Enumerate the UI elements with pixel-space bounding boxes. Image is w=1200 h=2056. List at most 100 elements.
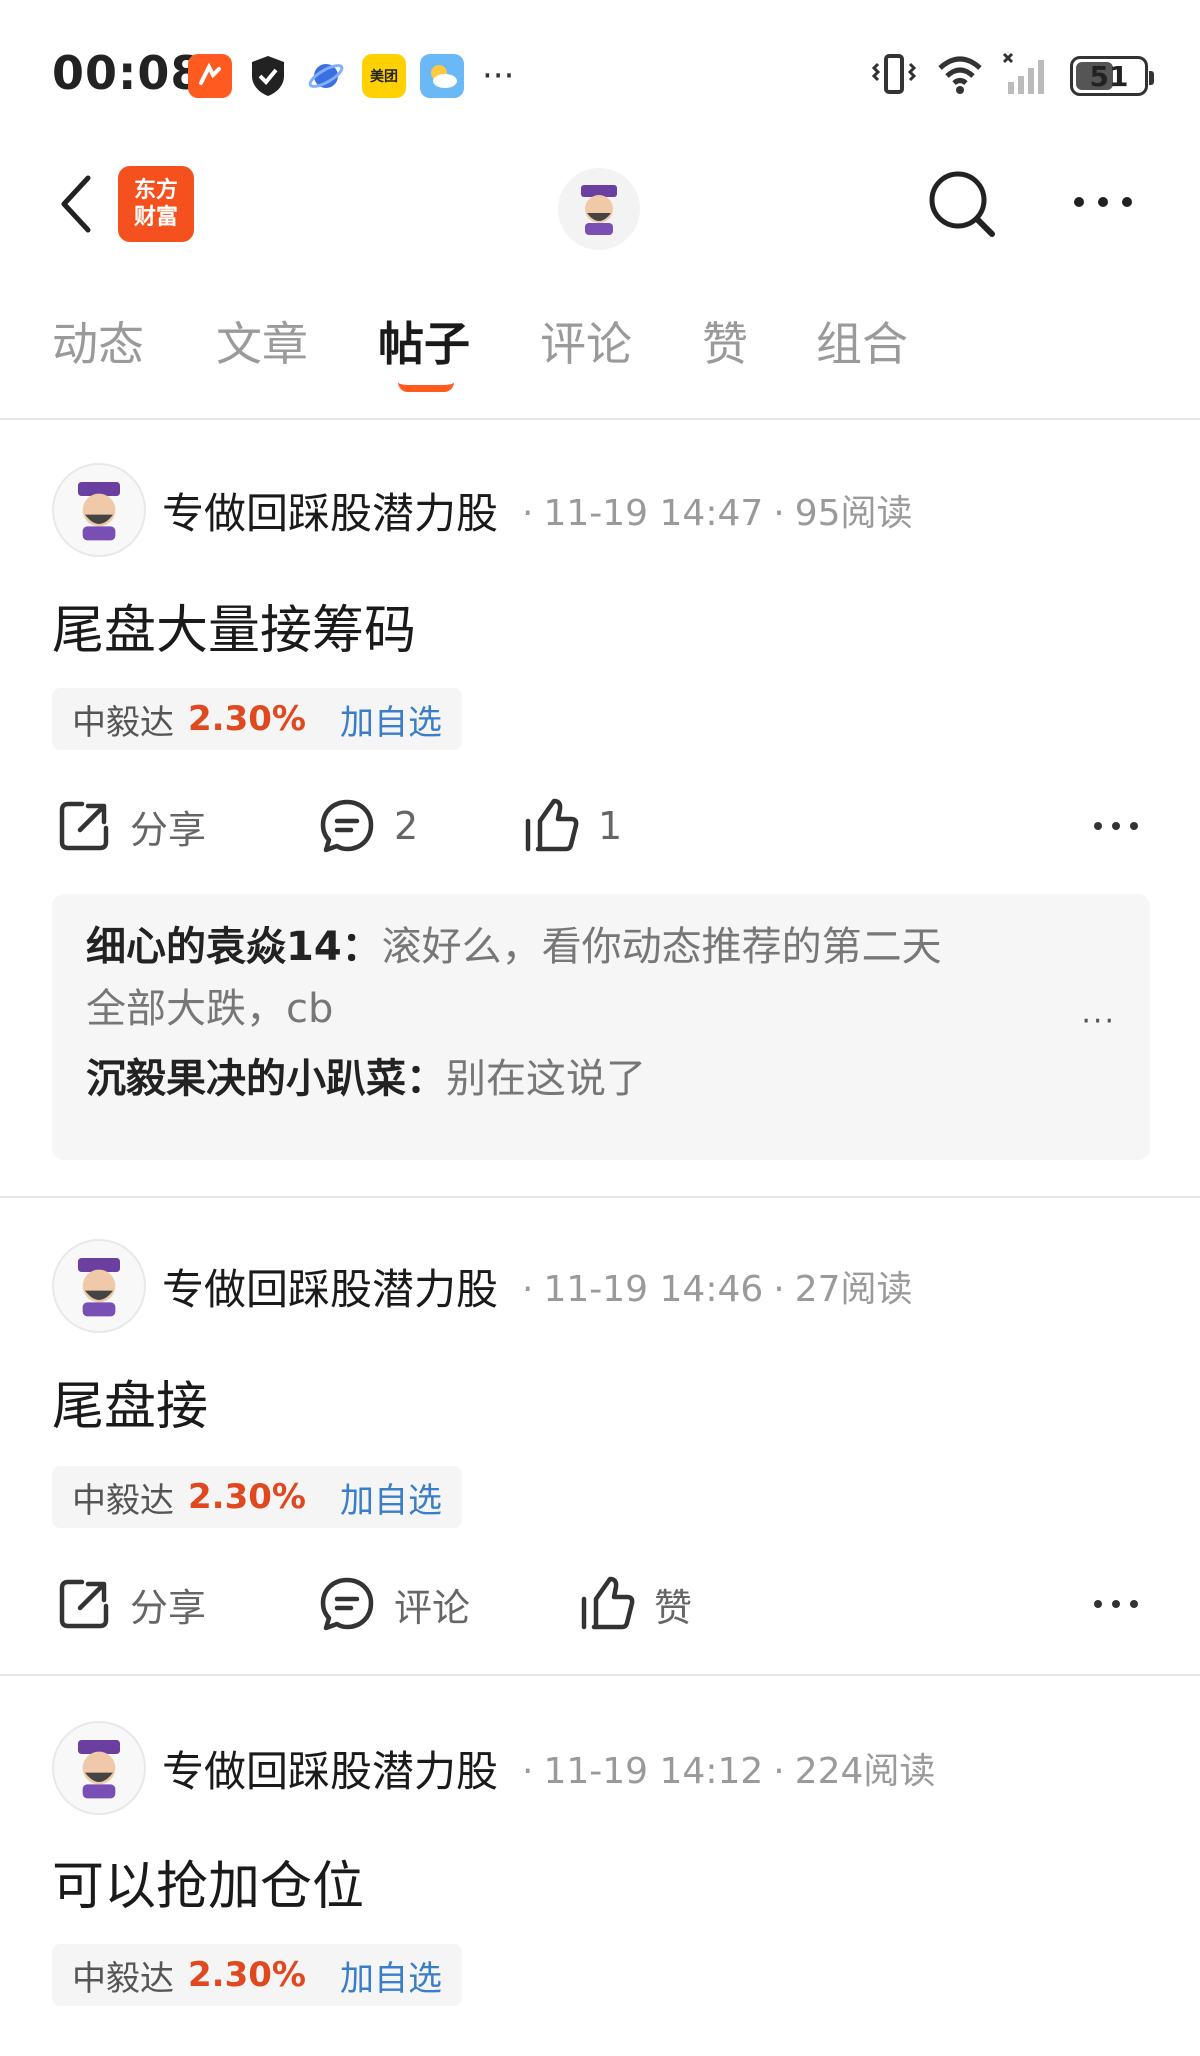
comment-text: 滚好么，看你动态推荐的第二天 [381,924,942,970]
battery-icon: 51 [1070,56,1154,96]
back-button[interactable] [46,164,106,244]
brand-line-2: 财富 [133,205,178,230]
post-actions: 分享 2 1 [52,786,1148,866]
more-horizontal-icon [1094,1600,1138,1608]
share-label: 分享 [130,1585,207,1630]
author-avatar[interactable] [52,463,146,557]
post-meta: · 11-19 14:12 · 224阅读 [522,1751,936,1792]
more-options-button[interactable] [1068,172,1138,232]
weather-icon [420,54,464,98]
author-name[interactable]: 专做回踩股潜力股 [162,1738,498,1799]
post-meta: · 11-19 14:46 · 27阅读 [522,1269,913,1310]
post-card[interactable]: 专做回踩股潜力股 · 11-19 14:46 · 27阅读 尾盘接 中毅达 2.30%… [0,1198,1200,1676]
chevron-left-icon [61,175,91,233]
post-card[interactable]: 专做回踩股潜力股 · 11-19 14:47 · 95阅读 尾盘大量接筹码 中毅达 2… [0,422,1200,1198]
stock-change: 2.30% [188,1477,306,1517]
comment-count: 2 [394,804,419,848]
status-right: 51 [870,52,1154,100]
status-overflow: ··· [482,56,515,96]
signal-icon [1002,52,1052,100]
tab-comments[interactable]: 评论 [540,308,632,374]
avatar-icon [78,482,120,541]
like-label: 赞 [654,1585,693,1630]
comment-button[interactable]: 评论 [318,1564,470,1644]
tab-portfolio[interactable]: 组合 [816,308,908,374]
post-time: 11-19 14:12 [543,1751,764,1792]
post-header: 专做回踩股潜力股 · 11-19 14:47 · 95阅读 [52,462,913,558]
comment-text: 别在这说了 [446,1056,646,1102]
post-time: 11-19 14:47 [543,493,764,534]
stock-tag[interactable]: 中毅达 2.30% 加自选 [52,1944,462,2006]
post-more-button[interactable] [1092,786,1140,866]
add-watchlist-button[interactable]: 加自选 [340,1951,442,2000]
tab-posts[interactable]: 帖子 [378,308,470,374]
comment-label: 评论 [394,1585,471,1630]
share-label: 分享 [130,807,207,852]
brand-line-1: 东方 [133,178,178,203]
tab-articles[interactable]: 文章 [216,308,308,374]
add-watchlist-button[interactable]: 加自选 [340,1473,442,1522]
post-meta: · 11-19 14:47 · 95阅读 [522,493,913,534]
thumbs-up-icon [525,798,579,852]
stock-name: 中毅达 [72,1480,174,1521]
status-time: 00:08 [52,46,204,100]
comment-user[interactable]: 沉毅果决的小趴菜 [86,1056,406,1102]
avatar-icon [581,185,617,235]
tab-likes[interactable]: 赞 [702,308,748,374]
comment-icon [320,1577,374,1631]
comment-preview[interactable]: 细心的袁焱14：滚好么，看你动态推荐的第二天 全部大跌，cb 沉毅果决的小趴菜：… [52,894,1150,1160]
comment-user[interactable]: 细心的袁焱14 [86,924,342,970]
more-horizontal-icon [1094,822,1138,830]
tab-bar: 动态 文章 帖子 评论 赞 组合 [0,290,1200,420]
stock-tag[interactable]: 中毅达 2.30% 加自选 [52,688,462,750]
author-avatar[interactable] [52,1721,146,1815]
post-reads: 27阅读 [794,1269,913,1310]
comment-text: 全部大跌，cb [86,986,334,1032]
add-watchlist-button[interactable]: 加自选 [340,695,442,744]
search-icon [929,171,995,237]
avatar-icon [78,1740,120,1799]
battery-text: 51 [1089,59,1129,93]
like-button[interactable]: 赞 [578,1564,692,1644]
author-avatar[interactable] [52,1239,146,1333]
stock-change: 2.30% [188,699,306,739]
share-button[interactable]: 分享 [56,786,206,866]
share-icon [59,1579,109,1629]
post-card[interactable]: 专做回踩股潜力股 · 11-19 14:12 · 224阅读 可以抢加仓位 中毅达 2… [0,1676,1200,2056]
stock-name: 中毅达 [72,1958,174,1999]
share-button[interactable]: 分享 [56,1564,206,1644]
post-reads: 224阅读 [794,1751,936,1792]
vibrate-icon [870,52,918,100]
comment-icon [320,799,374,853]
tab-dynamics[interactable]: 动态 [52,308,144,374]
status-app-icons: 美团 ··· [188,54,514,98]
comment-item: 细心的袁焱14：滚好么，看你动态推荐的第二天 [86,924,942,970]
post-title[interactable]: 尾盘接 [52,1364,208,1439]
comment-expand-button[interactable]: ··· [1081,1004,1116,1039]
author-name[interactable]: 专做回踩股潜力股 [162,480,498,541]
like-count: 1 [598,804,623,848]
profile-avatar[interactable] [558,168,640,250]
stock-change: 2.30% [188,1955,306,1995]
search-button[interactable] [922,164,1002,244]
shield-icon [246,54,290,98]
post-title[interactable]: 可以抢加仓位 [52,1844,364,1919]
post-more-button[interactable] [1092,1564,1140,1644]
meituan-icon: 美团 [362,54,406,98]
comment-item: 沉毅果决的小趴菜：别在这说了 [86,1056,646,1102]
wifi-icon [936,52,984,100]
comment-button[interactable]: 2 [318,786,418,866]
app-logo[interactable]: 东方 财富 [118,166,194,242]
post-actions: 分享 评论 赞 [52,1564,1148,1644]
stock-name: 中毅达 [72,702,174,743]
post-header: 专做回踩股潜力股 · 11-19 14:46 · 27阅读 [52,1238,913,1334]
post-header: 专做回踩股潜力股 · 11-19 14:12 · 224阅读 [52,1720,935,1816]
avatar-icon [78,1258,120,1317]
author-name[interactable]: 专做回踩股潜力股 [162,1256,498,1317]
like-button[interactable]: 1 [522,786,622,866]
stock-tag[interactable]: 中毅达 2.30% 加自选 [52,1466,462,1528]
planet-icon [304,54,348,98]
post-time: 11-19 14:46 [543,1269,764,1310]
post-title[interactable]: 尾盘大量接筹码 [52,588,416,663]
post-reads: 95阅读 [794,493,913,534]
